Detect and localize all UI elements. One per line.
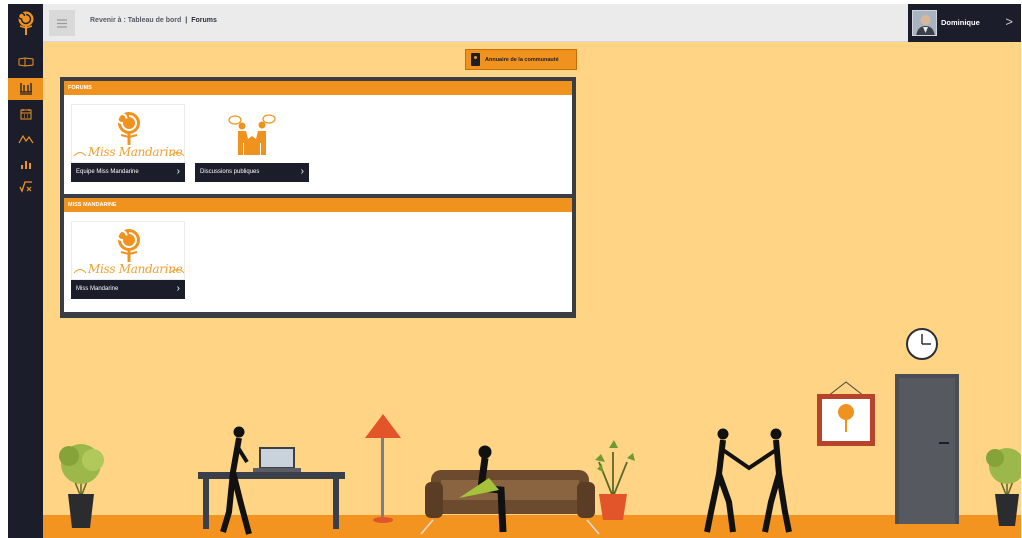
- chevron-right-icon: ›: [300, 166, 304, 177]
- people-handshake-icon: [704, 428, 792, 533]
- sidebar-item-formula[interactable]: [8, 176, 43, 198]
- book-icon: [18, 57, 33, 67]
- forum-tile-label: Equipe Miss Mandarine: [76, 169, 139, 175]
- directory-icon: [471, 53, 480, 66]
- activity-icon: [17, 134, 33, 144]
- main-scene: Annuaire de la communauté FORUMS Miss Ma…: [43, 42, 1021, 538]
- forum-tile-bar[interactable]: Equipe Miss Mandarine ›: [71, 163, 185, 182]
- breadcrumb: Revenir à : Tableau de bord | Forums: [90, 17, 217, 24]
- breadcrumb-back-link[interactable]: Revenir à : Tableau de bord: [90, 17, 181, 24]
- sidebar-item-stats[interactable]: [8, 153, 43, 175]
- community-directory-label: Annuaire de la communauté: [485, 56, 559, 63]
- app-window: Revenir à : Tableau de bord | Forums Domin…: [8, 4, 1021, 538]
- clock-icon: [906, 328, 938, 360]
- forums-board: FORUMS Miss Mandarine Equipe Miss Mandar…: [60, 77, 576, 318]
- forum-tile-image-text: Miss Mandarine: [88, 262, 183, 276]
- stats-icon: [20, 161, 31, 169]
- top-bar: Revenir à : Tableau de bord | Forums Domin…: [43, 4, 1021, 42]
- mandarine-logo-icon: [17, 11, 33, 35]
- section-body-forums: Miss Mandarine Equipe Miss Mandarine › D…: [64, 95, 572, 194]
- breadcrumb-current: Forums: [191, 17, 217, 24]
- forum-tile[interactable]: Miss Mandarine Miss Mandarine ›: [71, 221, 185, 299]
- sidebar-item-book[interactable]: [8, 51, 43, 73]
- section-body-miss-mandarine: Miss Mandarine Miss Mandarine ›: [64, 212, 572, 312]
- chevron-right-icon: >: [1005, 14, 1013, 29]
- chevron-right-icon: ›: [176, 283, 180, 294]
- forum-tile-image-text: Miss Mandarine: [88, 145, 183, 159]
- sidebar-item-forums[interactable]: [8, 78, 43, 100]
- people-talking-icon: [228, 114, 276, 155]
- forum-icon: [19, 83, 32, 95]
- forum-tile-image: [195, 104, 309, 163]
- forum-tile-label: Miss Mandarine: [76, 286, 119, 292]
- user-photo: [913, 11, 936, 35]
- user-menu[interactable]: Dominique >: [908, 4, 1021, 42]
- section-header-miss-mandarine: MISS MANDARINE: [64, 198, 572, 212]
- forum-tile-bar[interactable]: Miss Mandarine ›: [71, 280, 185, 299]
- avatar: [912, 10, 937, 36]
- forum-tile-label: Discussions publiques: [200, 169, 260, 175]
- user-name: Dominique: [941, 18, 980, 27]
- desk-icon: [198, 447, 345, 529]
- person-standing-icon: [220, 426, 252, 535]
- sidebar-item-calendar[interactable]: [8, 103, 43, 125]
- breadcrumb-separator: |: [185, 17, 188, 24]
- hamburger-icon: [57, 18, 67, 28]
- forum-tile[interactable]: Discussions publiques ›: [195, 104, 309, 182]
- forum-tile-bar[interactable]: Discussions publiques ›: [195, 163, 309, 182]
- forum-tile-image: Miss Mandarine: [71, 221, 185, 280]
- menu-button[interactable]: [49, 10, 75, 36]
- calendar-icon: [20, 109, 31, 120]
- floor-lamp-icon: [365, 414, 401, 523]
- formula-icon: [18, 181, 32, 193]
- sidebar-item-activity[interactable]: [8, 128, 43, 150]
- plant-middle-icon: [595, 440, 635, 520]
- person-reading-icon: [459, 445, 507, 533]
- app-logo[interactable]: [8, 4, 43, 42]
- framed-logo-icon: [817, 381, 875, 446]
- plant-right-icon: [986, 448, 1021, 526]
- door-icon: [895, 374, 959, 524]
- chevron-right-icon: ›: [176, 166, 180, 177]
- sofa-icon: [420, 470, 600, 535]
- forum-tile[interactable]: Miss Mandarine Equipe Miss Mandarine ›: [71, 104, 185, 182]
- community-directory-button[interactable]: Annuaire de la communauté: [465, 49, 577, 70]
- left-sidebar: [8, 4, 43, 538]
- plant-left-icon: [59, 444, 104, 528]
- forum-tile-image: Miss Mandarine: [71, 104, 185, 163]
- section-header-forums: FORUMS: [64, 81, 572, 95]
